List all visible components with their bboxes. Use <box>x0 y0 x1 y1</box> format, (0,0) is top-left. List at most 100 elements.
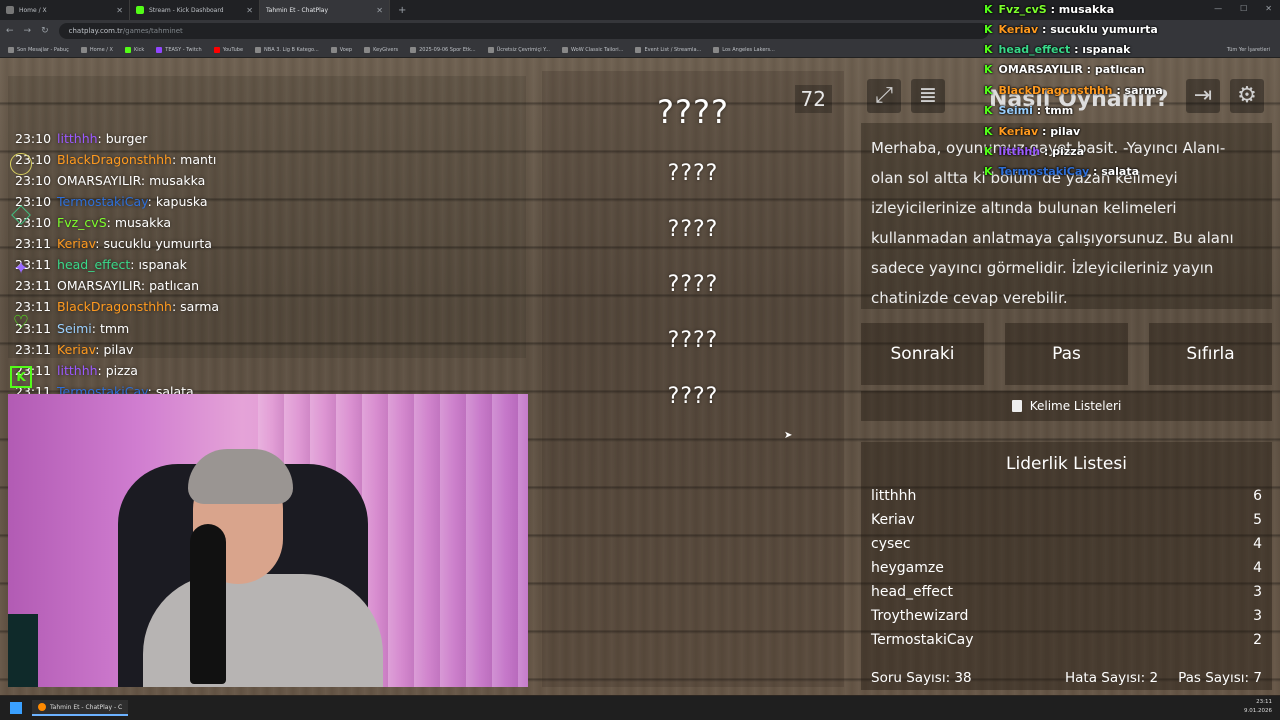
chat-text: ıspanak <box>138 257 187 272</box>
overlay-chat-message: K BlackDragonsthhh : sarma <box>984 84 1163 97</box>
chat-text: sucuklu yumuırta <box>103 236 212 251</box>
chat-time: 23:11 <box>15 342 52 357</box>
kick-badge-icon: K <box>984 125 993 138</box>
chat-username[interactable]: Keriav <box>57 342 95 357</box>
chat-time: 23:10 <box>15 131 52 146</box>
bookmark[interactable]: Ücretsiz Çevrimiçi Y... <box>487 46 550 53</box>
close-tab-icon[interactable]: ✕ <box>246 6 253 15</box>
chat-username[interactable]: litthhh <box>57 131 98 146</box>
bookmark[interactable]: NBA 3. Lig B Katego... <box>255 46 319 53</box>
gear-icon[interactable]: ⚙ <box>1230 79 1264 113</box>
game-stats: Soru Sayısı: 38 Hata Sayısı: 2 Pas Sayıs… <box>871 670 1262 686</box>
tab-kick-dashboard[interactable]: Stream - Kick Dashboard ✕ <box>130 0 260 20</box>
close-tab-icon[interactable]: ✕ <box>116 6 123 15</box>
chat-text: tmm <box>99 321 130 336</box>
minimize-icon[interactable]: — <box>1214 4 1222 13</box>
overlay-chat-username: Keriav <box>998 23 1039 36</box>
close-window-icon[interactable]: ✕ <box>1265 4 1272 13</box>
chat-separator: : <box>1089 165 1102 178</box>
bookmark-icon <box>713 46 720 53</box>
bookmark[interactable]: TEASY - Twitch <box>156 46 202 53</box>
forbidden-word: ???? <box>667 328 719 353</box>
bookmark[interactable]: Voep <box>330 46 352 53</box>
taskbar-app-chrome[interactable]: Tahmin Et - ChatPlay - C <box>32 700 129 716</box>
chat-username[interactable]: Seimi <box>57 321 92 336</box>
chat-message: 23:11 BlackDragonsthhh: sarma <box>15 299 219 314</box>
chrome-icon <box>38 703 46 711</box>
chat-separator: : <box>1038 125 1051 138</box>
tab-title: Tahmin Et - ChatPlay <box>266 6 329 14</box>
all-bookmarks[interactable]: Tüm Yer İşaretleri <box>1227 47 1270 53</box>
chat-username[interactable]: litthhh <box>57 363 98 378</box>
reset-button[interactable]: Sıfırla <box>1149 323 1272 385</box>
bookmark[interactable]: Son Mesajlar - Pabuç <box>8 46 69 53</box>
back-icon[interactable]: ← <box>6 26 14 36</box>
leaderboard-row: cysec 4 <box>871 532 1262 556</box>
overlay-chat-message: K Keriav : pilav <box>984 125 1080 138</box>
word-lists-button[interactable]: Kelime Listeleri <box>861 391 1272 421</box>
chat-text: patlıcan <box>149 278 200 293</box>
chat-username[interactable]: Keriav <box>57 236 95 251</box>
bookmark[interactable]: Kick <box>124 46 145 53</box>
overlay-chat-text: patlıcan <box>1094 63 1145 76</box>
forward-icon[interactable]: → <box>24 26 32 36</box>
bookmark[interactable]: YouTube <box>213 46 243 53</box>
url-input[interactable]: chatplay.com.tr/games/tahminet <box>58 23 989 39</box>
overlay-chat-text: sarma <box>1124 84 1163 97</box>
chat-text: musakka <box>149 173 206 188</box>
bookmark-label: Kick <box>133 46 145 53</box>
bookmark-label: NBA 3. Lig B Katego... <box>264 46 319 53</box>
chat-text: kapuska <box>155 194 208 209</box>
fullscreen-icon[interactable]: ⤢ <box>867 79 901 113</box>
chat-separator: : <box>1046 3 1059 16</box>
chat-message: 23:10 OMARSAYILIR: musakka <box>15 173 205 188</box>
leaderboard-row: Troythewizard 3 <box>871 604 1262 628</box>
overlay-chat-text: tmm <box>1044 104 1074 117</box>
error-count: Hata Sayısı: 2 <box>1064 670 1159 686</box>
kick-badge-icon: K <box>984 3 993 16</box>
system-clock[interactable]: 23:11 9.01.2026 <box>1244 698 1272 716</box>
bookmark-label: Tüm Yer İşaretleri <box>1226 46 1270 53</box>
bookmark[interactable]: 2025-09-06 Spor Etk... <box>410 46 476 53</box>
tab-home-x[interactable]: Home / X ✕ <box>0 0 130 20</box>
kick-badge-icon: K <box>984 145 993 158</box>
chat-text: musakka <box>114 215 172 230</box>
bookmark[interactable]: KeyGivers <box>364 46 398 53</box>
next-button[interactable]: Sonraki <box>861 323 984 385</box>
overlay-chat-message: K TermostakiCay : salata <box>984 165 1139 178</box>
maximize-icon[interactable]: ☐ <box>1240 4 1247 13</box>
chat-username[interactable]: Fvz_cvS <box>57 215 107 230</box>
kick-badge-icon: K <box>984 104 993 117</box>
chat-username[interactable]: OMARSAYILIR <box>57 278 141 293</box>
bookmark-icon <box>124 46 131 53</box>
chat-time: 23:11 <box>15 236 52 251</box>
chat-message: 23:11 litthhh: pizza <box>15 363 138 378</box>
chat-username[interactable]: OMARSAYILIR <box>57 173 141 188</box>
chat-separator: : <box>1038 23 1051 36</box>
chat-username[interactable]: head_effect <box>57 257 130 272</box>
document-icon[interactable]: ≣ <box>911 79 945 113</box>
logout-icon[interactable]: ⇥ <box>1186 79 1220 113</box>
bookmark[interactable]: Home / X <box>80 46 113 53</box>
chat-message: 23:11 Keriav: pilav <box>15 342 133 357</box>
bookmark[interactable]: WoW Classic Tailori... <box>561 46 623 53</box>
close-tab-icon[interactable]: ✕ <box>376 6 383 15</box>
bookmark[interactable]: Event List / Streamla... <box>635 46 701 53</box>
chat-username[interactable]: BlackDragonsthhh <box>57 299 172 314</box>
chat-separator: : <box>171 152 181 167</box>
chat-username[interactable]: TermostakiCay <box>57 194 148 209</box>
chat-username[interactable]: BlackDragonsthhh <box>57 152 172 167</box>
windows-start-icon[interactable] <box>10 702 22 714</box>
tab-chatplay[interactable]: Tahmin Et - ChatPlay ✕ <box>260 0 390 20</box>
leaderboard-row: Keriav 5 <box>871 508 1262 532</box>
chat-text: burger <box>105 131 148 146</box>
player-name: cysec <box>871 536 911 552</box>
chat-separator: : <box>106 215 115 230</box>
pass-button[interactable]: Pas <box>1005 323 1128 385</box>
kick-badge-icon: K <box>984 63 993 76</box>
action-buttons: Sonraki Pas Sıfırla <box>861 323 1272 385</box>
new-tab-button[interactable]: + <box>398 5 406 16</box>
bookmark[interactable]: Los Angeles Lakers... <box>713 46 775 53</box>
reload-icon[interactable]: ↻ <box>41 26 49 36</box>
overlay-chat-text: pizza <box>1052 145 1085 158</box>
